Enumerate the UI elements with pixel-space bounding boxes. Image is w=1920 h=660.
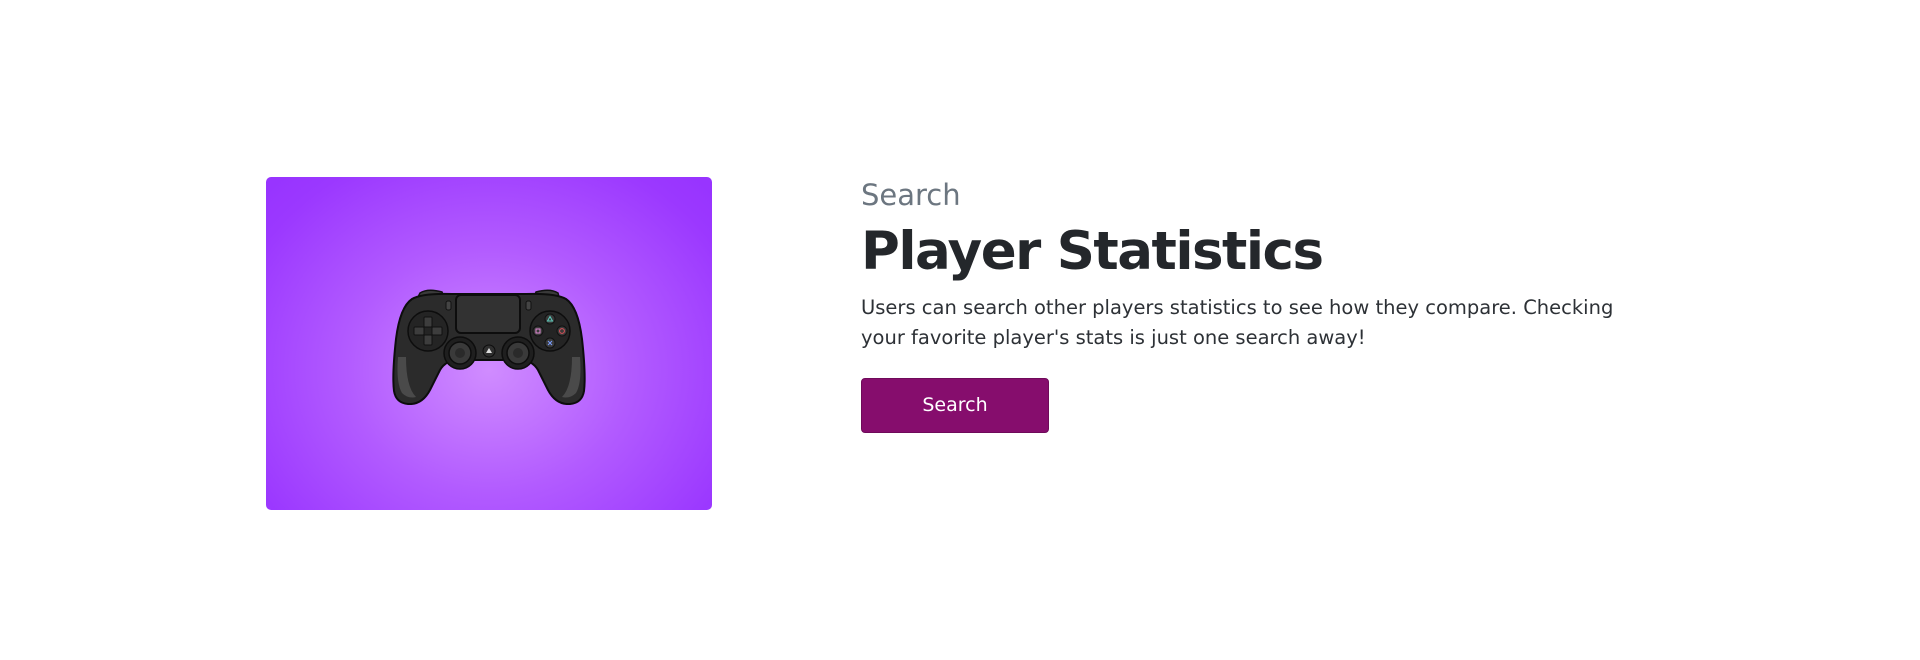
feature-description: Users can search other players statistic… xyxy=(861,296,1614,349)
feature-text-block: Search Player Statistics Users can searc… xyxy=(861,175,1661,353)
gamepad-icon xyxy=(392,289,586,405)
feature-section: Search Player Statistics Users can searc… xyxy=(0,0,1920,660)
search-button[interactable]: Search xyxy=(861,378,1049,433)
page-title: Player Statistics xyxy=(861,221,1324,282)
feature-image-card xyxy=(266,177,712,510)
section-eyebrow: Search xyxy=(861,178,961,212)
